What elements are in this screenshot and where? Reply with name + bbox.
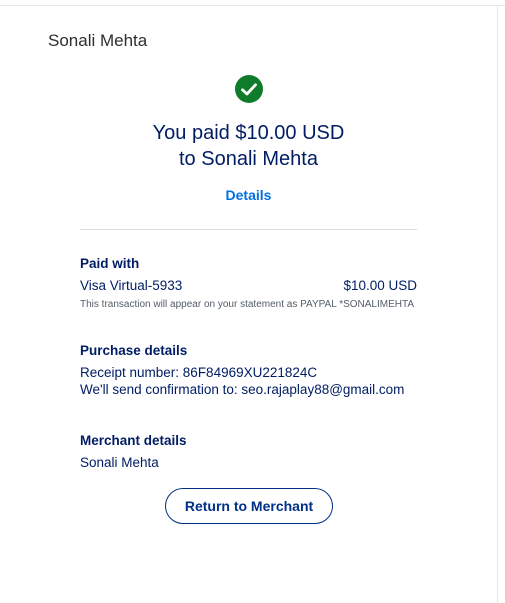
section-divider: [80, 229, 417, 230]
right-divider: [497, 6, 498, 603]
merchant-name: Sonali Mehta: [80, 455, 159, 470]
payment-method-row: Visa Virtual-5933 $10.00 USD: [80, 277, 417, 294]
purchase-details-title: Purchase details: [80, 343, 188, 358]
purchase-details-section: Purchase details Receipt number: 86F8496…: [80, 343, 417, 398]
payment-amount: $10.00 USD: [343, 278, 417, 293]
receipt-number: Receipt number: 86F84969XU221824C: [80, 365, 318, 380]
payment-amount-title: You paid $10.00 USD: [152, 122, 345, 144]
merchant-details-title: Merchant details: [80, 433, 187, 448]
merchant-header: Sonali Mehta: [48, 31, 148, 50]
return-to-merchant-button[interactable]: Return to Merchant: [165, 488, 333, 524]
paid-with-section: Paid with Visa Virtual-5933 $10.00 USD T…: [80, 256, 417, 312]
merchant-details-section: Merchant details Sonali Mehta: [80, 433, 417, 471]
payment-method: Visa Virtual-5933: [80, 278, 183, 293]
statement-note: This transaction will appear on your sta…: [80, 299, 415, 310]
check-circle-icon: [235, 75, 263, 103]
details-link[interactable]: Details: [0, 187, 497, 203]
top-divider: [0, 5, 505, 6]
paid-with-title: Paid with: [80, 256, 140, 271]
payment-recipient-title: to Sonali Mehta: [179, 148, 318, 170]
confirmation-email: We'll send confirmation to: seo.rajaplay…: [80, 382, 405, 397]
